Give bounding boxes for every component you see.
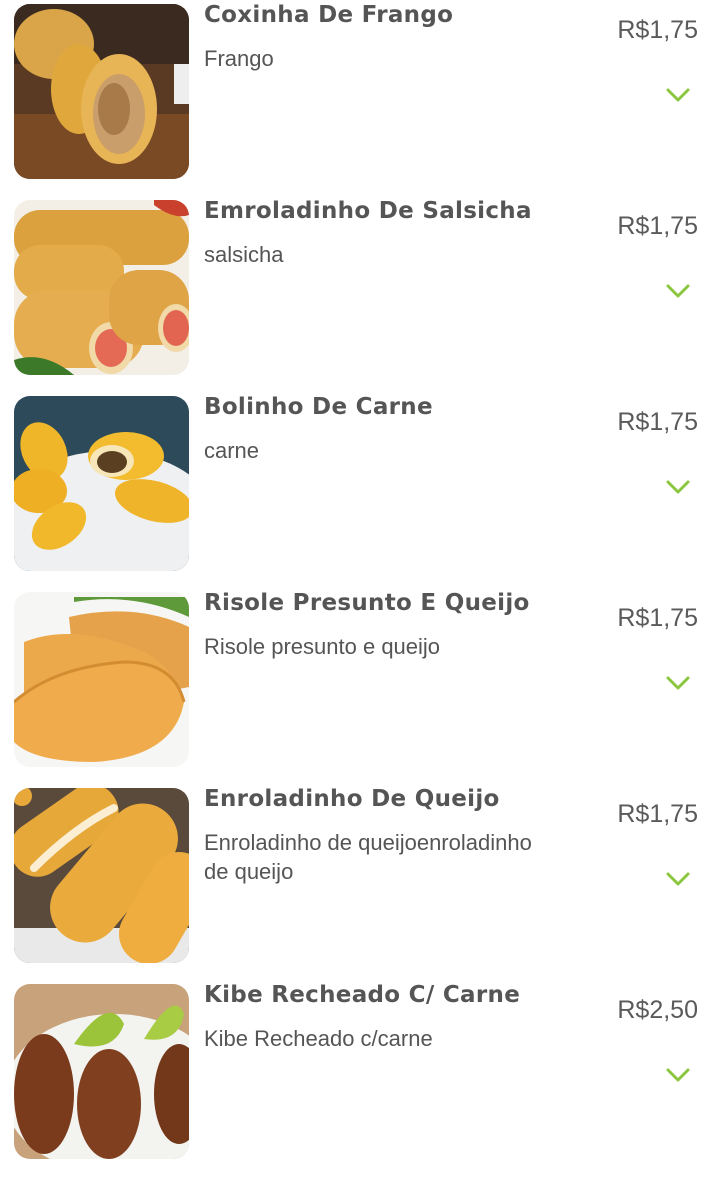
chevron-down-icon[interactable] [666, 88, 690, 102]
product-description: Kibe Recheado c/carne [204, 1026, 433, 1051]
product-image-risole [14, 592, 189, 767]
product-name: Risole Presunto E Queijo [204, 590, 530, 616]
product-price: R$1,75 [617, 408, 698, 436]
product-image-sausage-roll [14, 200, 189, 375]
product-description: Risole presunto e queijo [204, 634, 441, 659]
product-name: Bolinho De Carne [204, 394, 433, 420]
product-price: R$1,75 [617, 16, 698, 44]
product-price: R$1,75 [617, 604, 698, 632]
product-list: Coxinha De Frango Frango R$1,75 Emroladi… [0, 0, 720, 1178]
product-item[interactable]: Bolinho De Carne carne R$1,75 [0, 392, 720, 588]
product-image-kibe [14, 984, 189, 1159]
chevron-down-icon[interactable] [666, 284, 690, 298]
product-name: Kibe Recheado C/ Carne [204, 982, 521, 1008]
product-description: Frango [204, 46, 274, 71]
product-item[interactable]: Enroladinho De Queijo Enroladinho de que… [0, 784, 720, 980]
chevron-down-icon[interactable] [666, 480, 690, 494]
product-item[interactable]: Coxinha De Frango Frango R$1,75 [0, 0, 720, 196]
product-name: Enroladinho De Queijo [204, 786, 500, 812]
product-description: salsicha [204, 242, 284, 267]
product-item[interactable]: Risole Presunto E Queijo Risole presunto… [0, 588, 720, 784]
chevron-down-icon[interactable] [666, 676, 690, 690]
chevron-down-icon[interactable] [666, 1068, 690, 1082]
product-image-cheese-roll [14, 788, 189, 963]
product-price: R$1,75 [617, 800, 698, 828]
product-image-meat-ball [14, 396, 189, 571]
product-item[interactable]: Kibe Recheado C/ Carne Kibe Recheado c/c… [0, 980, 720, 1176]
product-name: Coxinha De Frango [204, 2, 454, 28]
product-image-coxinha [14, 4, 189, 179]
product-price: R$2,50 [617, 996, 698, 1024]
product-item[interactable]: Emroladinho De Salsicha salsicha R$1,75 [0, 196, 720, 392]
product-name: Emroladinho De Salsicha [204, 198, 532, 224]
product-description: Enroladinho de queijoenroladinho de quei… [204, 830, 532, 884]
chevron-down-icon[interactable] [666, 872, 690, 886]
product-price: R$1,75 [617, 212, 698, 240]
product-description: carne [204, 438, 260, 463]
